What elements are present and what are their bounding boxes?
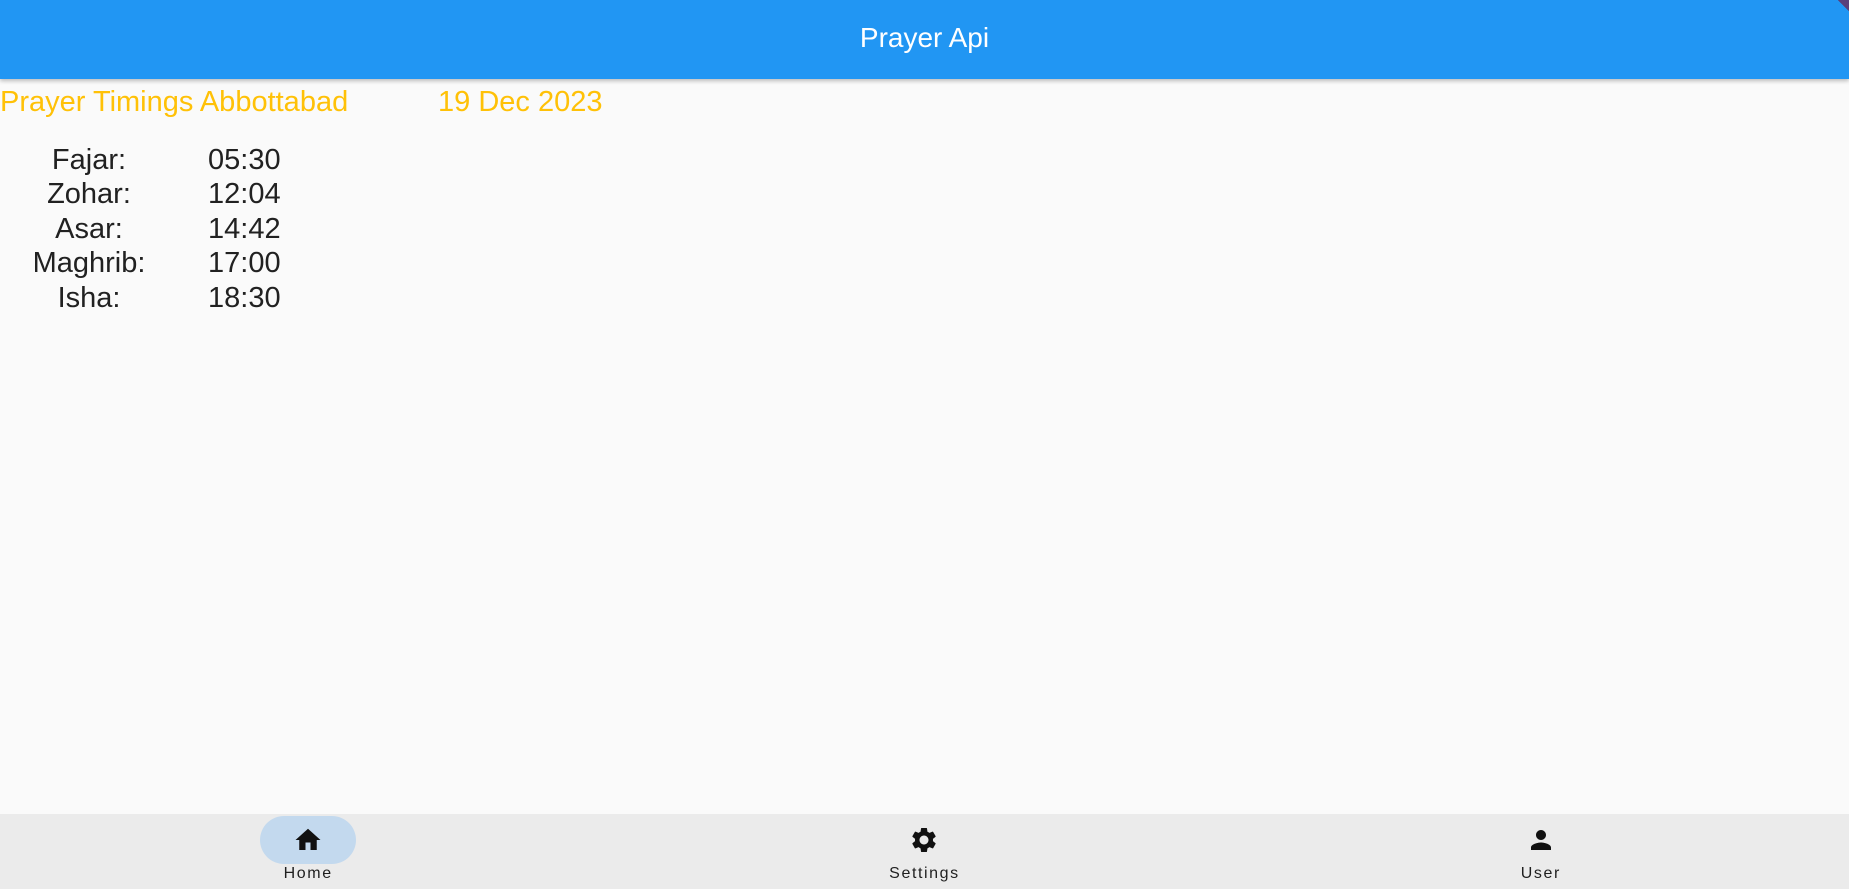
timing-name: Maghrib: (32, 247, 146, 280)
timing-time: 18:30 (208, 281, 281, 314)
timing-name: Zohar: (47, 178, 131, 211)
timing-row-asar: Asar: 14:42 (0, 212, 312, 247)
prayer-timings-list: Fajar: 05:30 Zohar: 12:04 Asar: 14:42 Ma… (0, 143, 312, 316)
timing-name: Isha: (57, 281, 121, 314)
prayer-header-title: Prayer Timings Abbottabad (0, 85, 349, 118)
nav-item-settings[interactable]: Settings (616, 814, 1232, 889)
gear-icon (909, 825, 939, 855)
main-content: Prayer Timings Abbottabad 19 Dec 2023 Fa… (0, 79, 1849, 814)
home-icon (293, 825, 323, 855)
timing-name: Asar: (55, 212, 123, 245)
timing-time: 14:42 (208, 212, 281, 245)
timing-name: Fajar: (51, 143, 127, 176)
app-bar: Prayer Api (0, 0, 1849, 79)
nav-icon-container (1493, 816, 1589, 864)
timing-time: 12:04 (208, 178, 281, 211)
nav-icon-container (876, 816, 972, 864)
prayer-header: Prayer Timings Abbottabad 19 Dec 2023 (0, 83, 602, 121)
nav-active-indicator (260, 816, 357, 864)
nav-label-home: Home (283, 865, 333, 882)
nav-label-user: User (1520, 865, 1561, 882)
timing-row-isha: Isha: 18:30 (0, 281, 312, 316)
person-icon (1526, 825, 1556, 855)
app-bar-title: Prayer Api (859, 21, 990, 53)
debug-banner-corner (1835, 0, 1849, 14)
bottom-navigation-bar: Home Settings User (0, 814, 1849, 889)
timing-row-fajar: Fajar: 05:30 (0, 143, 312, 178)
timing-time: 17:00 (208, 247, 281, 280)
nav-item-home[interactable]: Home (0, 814, 616, 889)
timing-time: 05:30 (208, 143, 281, 176)
nav-item-user[interactable]: User (1233, 814, 1849, 889)
timing-row-maghrib: Maghrib: 17:00 (0, 247, 312, 282)
app-root: Prayer Api Prayer Timings Abbottabad 19 … (0, 0, 1849, 889)
nav-label-settings: Settings (889, 865, 960, 882)
timing-row-zohar: Zohar: 12:04 (0, 178, 312, 213)
prayer-header-date: 19 Dec 2023 (438, 85, 603, 118)
